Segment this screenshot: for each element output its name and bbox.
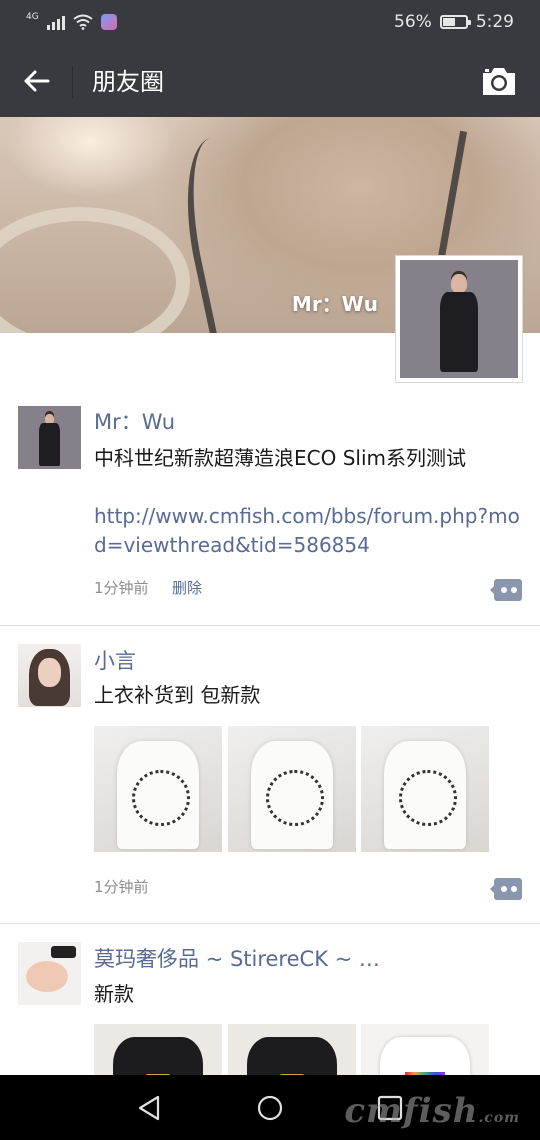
profile-avatar[interactable] [396, 256, 522, 382]
moment-item: 小言 上衣补货到 包新款 1分钟前 [0, 626, 540, 924]
moment-text: 新款 [94, 982, 134, 1006]
comment-icon [494, 878, 522, 900]
system-nav-bar: cmfish.com [0, 1075, 540, 1140]
moment-image[interactable] [228, 1024, 356, 1075]
comment-dot [501, 886, 507, 892]
comment-dot [501, 587, 507, 593]
moment-time: 1分钟前 [94, 579, 149, 597]
avatar-photo [18, 406, 81, 469]
status-bar: 4G 56% 5:29 [0, 0, 540, 44]
moment-link[interactable]: http://www.cmfish.com/bbs/forum.php?mod=… [94, 502, 522, 560]
title-bar: 朋友圈 [0, 44, 540, 117]
signal-icon [46, 14, 65, 30]
battery-icon [439, 15, 471, 29]
moment-item: Mr：Wu 中科世纪新款超薄造浪ECO Slim系列测试 http://www.… [0, 380, 540, 626]
cover-username: Mr：Wu [291, 292, 378, 316]
camera-icon [483, 68, 515, 95]
watermark-suffix: .com [478, 1110, 520, 1126]
moment-image[interactable] [361, 1024, 489, 1075]
moment-nickname[interactable]: 小言 [94, 647, 136, 675]
watermark-main: cmfish [344, 1091, 479, 1131]
moment-nickname[interactable]: Mr：Wu [94, 408, 175, 436]
back-arrow-icon [24, 70, 50, 92]
profile-avatar-photo [400, 260, 518, 378]
avatar-photo [18, 644, 81, 707]
back-button[interactable] [16, 62, 56, 100]
watermark: cmfish.com [344, 1091, 520, 1131]
moment-nickname[interactable]: 莫玛奢侈品 ~ StirereCK ~ … [94, 945, 380, 973]
moment-text: 中科世纪新款超薄造浪ECO Slim系列测试 [94, 446, 466, 470]
clock: 5:29 [475, 12, 514, 32]
cover-chair-shape [0, 207, 190, 333]
comment-icon [494, 579, 522, 601]
nav-home-button[interactable] [254, 1092, 286, 1124]
nav-back-icon [138, 1095, 160, 1121]
wifi-icon [73, 14, 93, 30]
status-left: 4G [26, 12, 117, 32]
page-title: 朋友圈 [92, 68, 164, 96]
moment-avatar[interactable] [18, 942, 81, 1005]
nav-home-icon [257, 1095, 283, 1121]
battery-percent: 56% [394, 12, 432, 32]
comment-dot [511, 587, 517, 593]
moment-image[interactable] [94, 1024, 222, 1075]
moment-image[interactable] [228, 726, 356, 852]
avatar-photo [18, 942, 81, 1005]
network-type: 4G [26, 11, 39, 22]
moment-time: 1分钟前 [94, 878, 149, 896]
delete-button[interactable]: 删除 [172, 578, 202, 598]
moment-avatar[interactable] [18, 406, 81, 469]
cover-strap-left [169, 131, 281, 333]
comment-button[interactable] [490, 579, 522, 601]
moment-item: 莫玛奢侈品 ~ StirereCK ~ … 新款 [0, 924, 540, 1075]
moment-avatar[interactable] [18, 644, 81, 707]
battery-level [442, 18, 456, 26]
moment-image[interactable] [361, 726, 489, 852]
comment-dot [511, 886, 517, 892]
status-right: 56% 5:29 [394, 11, 514, 33]
camera-button[interactable] [480, 64, 518, 98]
moment-text: 上衣补货到 包新款 [94, 683, 261, 707]
comment-button[interactable] [490, 878, 522, 900]
nav-back-button[interactable] [134, 1092, 166, 1124]
notification-app-icon [100, 14, 117, 30]
title-divider [72, 66, 73, 98]
moment-image[interactable] [94, 726, 222, 852]
